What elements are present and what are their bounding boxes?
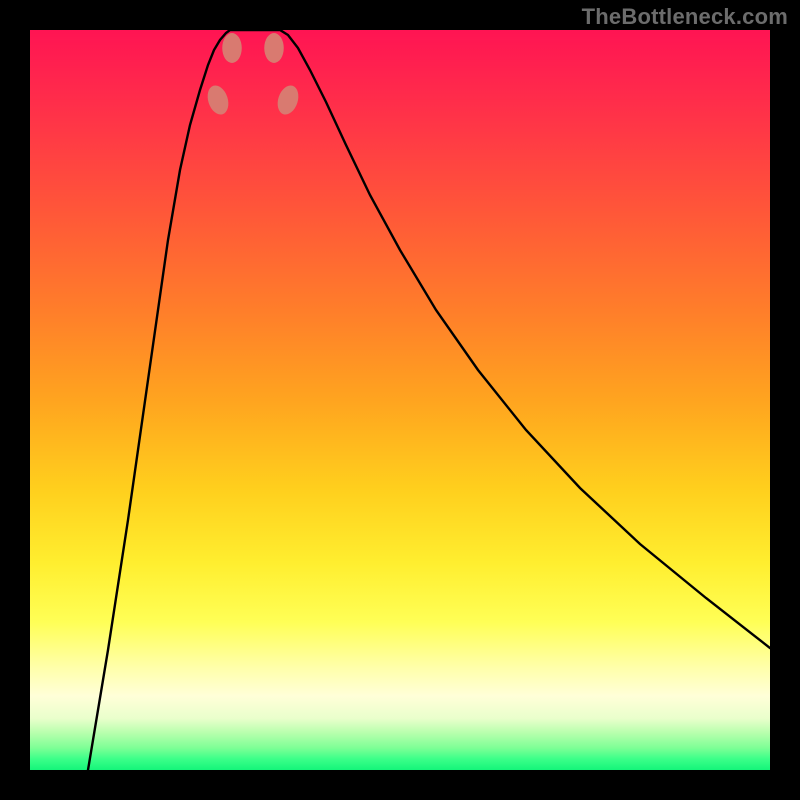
marker-left-upper	[204, 83, 232, 117]
marker-right-lower	[264, 33, 284, 63]
watermark-text: TheBottleneck.com	[582, 4, 788, 30]
curve-layer	[30, 30, 770, 770]
marker-right-upper	[274, 83, 302, 117]
chart-container: TheBottleneck.com	[0, 0, 800, 800]
plot-area	[30, 30, 770, 770]
valley-markers	[204, 33, 302, 117]
marker-left-lower	[222, 33, 242, 63]
bottleneck-curve	[88, 30, 770, 770]
